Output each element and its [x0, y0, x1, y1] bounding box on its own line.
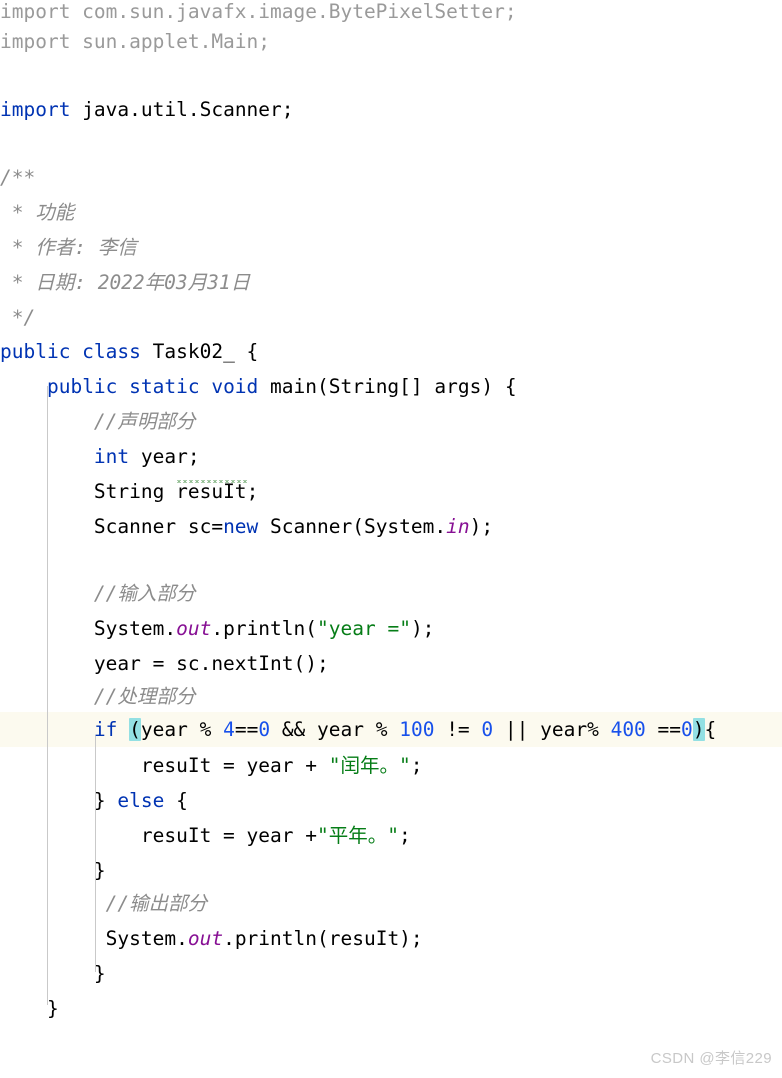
csdn-watermark: CSDN @李信229: [650, 1050, 772, 1067]
matched-bracket: ): [692, 718, 705, 741]
code-token: year %: [140, 718, 224, 741]
code-token: 0: [681, 718, 693, 741]
code-token: resuIt = year +: [0, 754, 329, 777]
code-token: //声明部分: [0, 410, 196, 433]
code-token: import: [0, 98, 71, 121]
code-token: }: [0, 962, 106, 985]
code-line-15[interactable]: String resuIt;: [0, 474, 258, 509]
code-line-13[interactable]: //声明部分: [0, 404, 196, 439]
code-token: * 日期: 2022年03月31日: [0, 271, 251, 294]
code-token: );: [410, 617, 435, 640]
code-line-2[interactable]: import sun.applet.Main;: [0, 24, 270, 59]
code-token: Task02_ {: [140, 340, 259, 363]
code-line-16[interactable]: Scanner sc=new Scanner(System.in);: [0, 509, 493, 544]
code-token: out: [176, 617, 212, 640]
code-token: {: [164, 789, 188, 812]
code-token: * 功能: [0, 201, 75, 224]
code-token: else: [117, 789, 165, 812]
code-token: 100: [399, 718, 435, 741]
code-token: "闰年。": [328, 754, 411, 777]
code-token: int: [93, 445, 130, 468]
code-token: ==: [234, 718, 259, 741]
code-token: {: [704, 718, 717, 741]
code-token: System.: [0, 927, 188, 950]
code-line-18[interactable]: //输入部分: [0, 576, 196, 611]
code-token: .println(resuIt);: [223, 927, 423, 950]
code-line-27[interactable]: //输出部分: [0, 886, 207, 921]
code-line-8[interactable]: * 作者: 李信: [0, 230, 137, 265]
code-line-23[interactable]: resuIt = year + "闰年。";: [0, 748, 423, 783]
code-token: Scanner sc=: [0, 515, 224, 538]
code-line-29[interactable]: }: [0, 956, 106, 991]
code-editor[interactable]: import com.sun.javafx.image.BytePixelSet…: [0, 0, 782, 1078]
code-token: .println(: [211, 617, 318, 640]
code-token: "平年。": [316, 824, 399, 847]
code-line-26[interactable]: }: [0, 853, 106, 888]
code-token: import sun.applet.Main;: [0, 30, 271, 53]
code-token: resuIt = year +: [0, 824, 317, 847]
code-line-25[interactable]: resuIt = year +"平年。";: [0, 818, 411, 853]
code-token: }: [0, 997, 59, 1020]
code-token: }: [0, 859, 106, 882]
code-token: */: [0, 306, 36, 329]
code-token: !=: [434, 718, 482, 741]
code-token: public class: [0, 340, 141, 363]
code-token: out: [187, 927, 224, 950]
code-token: 400: [610, 718, 646, 741]
code-line-14[interactable]: int year;: [0, 439, 200, 474]
code-token: ;: [246, 480, 259, 503]
code-token: main(String[] args) {: [258, 375, 517, 398]
code-token: new: [223, 515, 259, 538]
code-token: );: [469, 515, 494, 538]
code-token: "year =": [317, 617, 411, 640]
code-line-28[interactable]: System.out.println(resuIt);: [0, 921, 423, 956]
code-token: ;: [398, 824, 411, 847]
code-line-12[interactable]: public static void main(String[] args) {: [0, 369, 517, 404]
code-token: }: [0, 789, 118, 812]
code-token: || year%: [493, 718, 611, 741]
code-line-9[interactable]: * 日期: 2022年03月31日: [0, 265, 250, 300]
code-token: 0: [481, 718, 494, 741]
code-token: /**: [0, 166, 36, 189]
code-token: String: [0, 480, 177, 503]
code-token: //输入部分: [0, 582, 196, 605]
code-token: 4: [223, 718, 235, 741]
code-token: //处理部分: [0, 685, 196, 708]
code-token: java.util.Scanner;: [70, 98, 294, 121]
code-token: * 作者: 李信: [0, 236, 137, 259]
code-token: System.: [0, 617, 177, 640]
code-token: if: [93, 718, 118, 741]
code-token: public static void: [46, 375, 259, 398]
code-line-11[interactable]: public class Task02_ {: [0, 334, 258, 369]
code-line-22[interactable]: if (year % 4==0 && year % 100 != 0 || ye…: [0, 712, 716, 747]
code-token: year = sc.nextInt();: [0, 652, 329, 675]
code-token: year;: [129, 445, 200, 468]
code-token: ==: [645, 718, 682, 741]
code-line-6[interactable]: /**: [0, 160, 35, 195]
code-line-24[interactable]: } else {: [0, 783, 188, 818]
code-line-20[interactable]: year = sc.nextInt();: [0, 646, 329, 681]
code-token: && year %: [270, 718, 400, 741]
code-line-10[interactable]: */: [0, 300, 36, 335]
code-token: ;: [410, 754, 423, 777]
code-token: in: [446, 515, 470, 538]
code-line-19[interactable]: System.out.println("year =");: [0, 611, 435, 646]
code-token: //输出部分: [0, 892, 208, 915]
matched-bracket: (: [129, 718, 141, 741]
typo-underlined-identifier: resuIt: [176, 480, 247, 503]
code-line-21[interactable]: //处理部分: [0, 679, 196, 714]
code-token: Scanner(System.: [258, 515, 447, 538]
code-line-7[interactable]: * 功能: [0, 195, 75, 230]
code-token: 0: [258, 718, 271, 741]
code-line-4[interactable]: import java.util.Scanner;: [0, 92, 294, 127]
code-line-30[interactable]: }: [0, 991, 59, 1026]
code-token: import com.sun.javafx.image.BytePixelSet…: [0, 0, 517, 23]
